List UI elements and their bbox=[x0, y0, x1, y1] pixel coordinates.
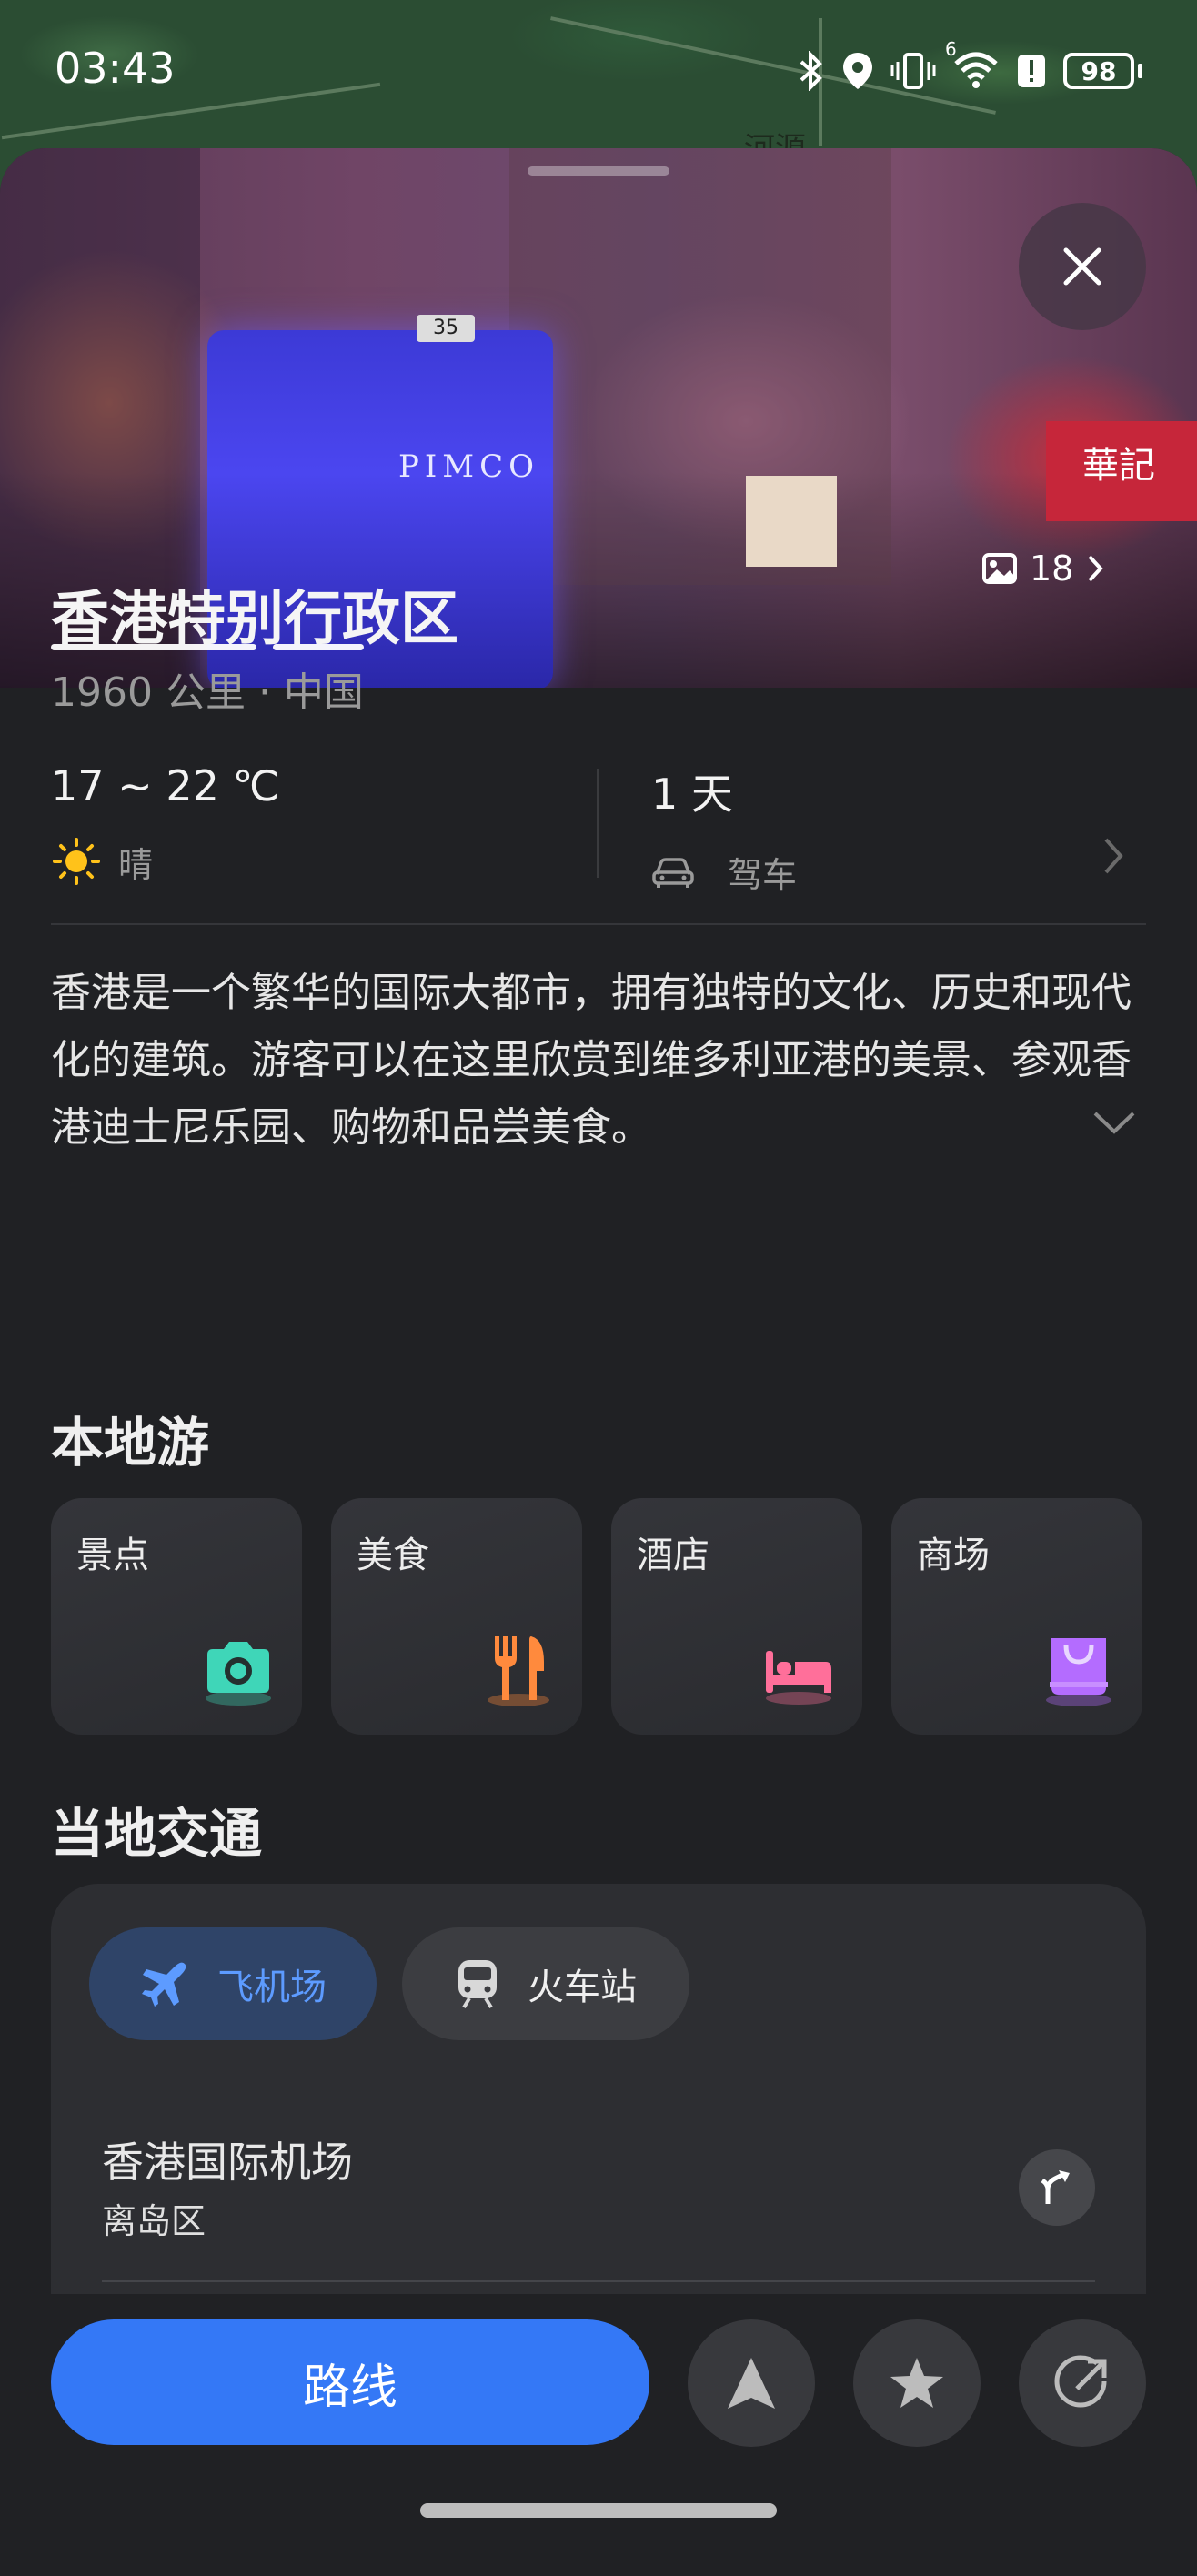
list-divider bbox=[102, 2280, 1095, 2282]
category-malls[interactable]: 商场 bbox=[891, 1498, 1142, 1735]
wifi-status: 6 bbox=[945, 38, 1000, 93]
home-indicator[interactable] bbox=[420, 2503, 777, 2518]
vibrate-icon bbox=[890, 53, 936, 89]
place-description: 香港是一个繁华的国际大都市，拥有独特的文化、历史和现代化的建筑。游客可以在这里欣… bbox=[51, 970, 1132, 1151]
share-button[interactable] bbox=[1019, 2319, 1146, 2447]
chevron-right-icon bbox=[1088, 555, 1104, 582]
directions-button[interactable] bbox=[1019, 2149, 1095, 2226]
favorite-button[interactable] bbox=[853, 2319, 981, 2447]
tab-label: 火车站 bbox=[528, 1967, 637, 2008]
bluetooth-icon bbox=[800, 51, 822, 91]
poi-name: 香港国际机场 bbox=[102, 2138, 353, 2187]
fork-knife-icon bbox=[488, 1636, 549, 1706]
bottom-action-bar: 路线 bbox=[0, 2294, 1197, 2576]
sheet-drag-handle[interactable] bbox=[528, 166, 669, 176]
navigate-button[interactable] bbox=[688, 2319, 815, 2447]
sun-icon bbox=[53, 838, 100, 885]
tab-airport[interactable]: 飞机场 bbox=[89, 1927, 377, 2040]
tab-label: 飞机场 bbox=[217, 1967, 327, 2008]
status-icons: 6 98 bbox=[798, 38, 1142, 93]
location-icon bbox=[843, 53, 872, 89]
star-icon bbox=[890, 2358, 943, 2408]
section-divider bbox=[51, 923, 1146, 925]
train-icon bbox=[458, 1960, 497, 2009]
place-subtitle: 1960 公里 · 中国 bbox=[51, 669, 364, 716]
route-button[interactable]: 路线 bbox=[51, 2319, 649, 2445]
alert-icon bbox=[1018, 55, 1045, 87]
shop-sign: 華記 bbox=[1046, 421, 1197, 521]
category-attractions[interactable]: 景点 bbox=[51, 1498, 302, 1735]
photo-gallery-link[interactable]: 18 bbox=[982, 548, 1104, 589]
photo-count: 18 bbox=[1030, 548, 1074, 589]
poi-district: 离岛区 bbox=[102, 2201, 206, 2241]
temperature-range: 17 ~ 22 ℃ bbox=[51, 761, 280, 810]
status-bar: 03:43 6 98 bbox=[0, 0, 1197, 146]
shop-sign-secondary bbox=[746, 476, 837, 567]
status-time: 03:43 bbox=[55, 44, 176, 93]
place-detail-sheet: 35 PIMCO 華記 18 香港特别行政区 1960 公里 · 中国 17 ~… bbox=[0, 148, 1197, 2576]
category-label: 酒店 bbox=[637, 1535, 709, 1576]
directions-icon bbox=[1041, 2170, 1070, 2204]
chevron-down-icon[interactable] bbox=[1091, 1109, 1137, 1136]
tram-brand-text: PIMCO bbox=[398, 448, 540, 485]
battery-indicator: 98 bbox=[1063, 53, 1142, 89]
bed-icon bbox=[766, 1651, 831, 1705]
category-label: 商场 bbox=[917, 1535, 990, 1576]
tab-train-station[interactable]: 火车站 bbox=[402, 1927, 689, 2040]
travel-mode-row: 驾车 bbox=[651, 847, 1124, 897]
category-food[interactable]: 美食 bbox=[331, 1498, 582, 1735]
close-icon bbox=[1063, 247, 1101, 286]
travel-mode-label: 驾车 bbox=[728, 855, 798, 895]
local-tour-title: 本地游 bbox=[51, 1412, 210, 1474]
car-icon bbox=[652, 857, 694, 888]
trip-duration: 1 天 bbox=[651, 770, 733, 819]
local-transport-title: 当地交通 bbox=[51, 1803, 263, 1865]
info-divider bbox=[597, 769, 598, 878]
weather-condition-row: 晴 bbox=[51, 836, 279, 887]
close-button[interactable] bbox=[1019, 203, 1146, 330]
wifi-icon bbox=[954, 52, 998, 88]
share-icon bbox=[1054, 2355, 1107, 2408]
camera-icon bbox=[206, 1642, 271, 1706]
tram-route-sign: 35 bbox=[417, 315, 475, 342]
category-hotels[interactable]: 酒店 bbox=[611, 1498, 862, 1735]
category-label: 美食 bbox=[357, 1535, 429, 1576]
shopping-bag-icon bbox=[1046, 1638, 1112, 1706]
image-icon bbox=[982, 553, 1017, 584]
place-title: 香港特别行政区 bbox=[51, 586, 458, 653]
battery-level: 98 bbox=[1063, 53, 1134, 89]
category-label: 景点 bbox=[76, 1535, 149, 1576]
chevron-right-icon bbox=[1104, 838, 1123, 874]
weather-label: 晴 bbox=[118, 844, 154, 885]
navigate-icon bbox=[728, 2358, 775, 2409]
trip-duration-info[interactable]: 1 天 驾车 bbox=[651, 761, 1124, 897]
airplane-icon bbox=[142, 1962, 186, 2007]
weather-info: 17 ~ 22 ℃ 晴 bbox=[51, 761, 279, 887]
wifi-signal-label: 6 bbox=[945, 38, 957, 60]
